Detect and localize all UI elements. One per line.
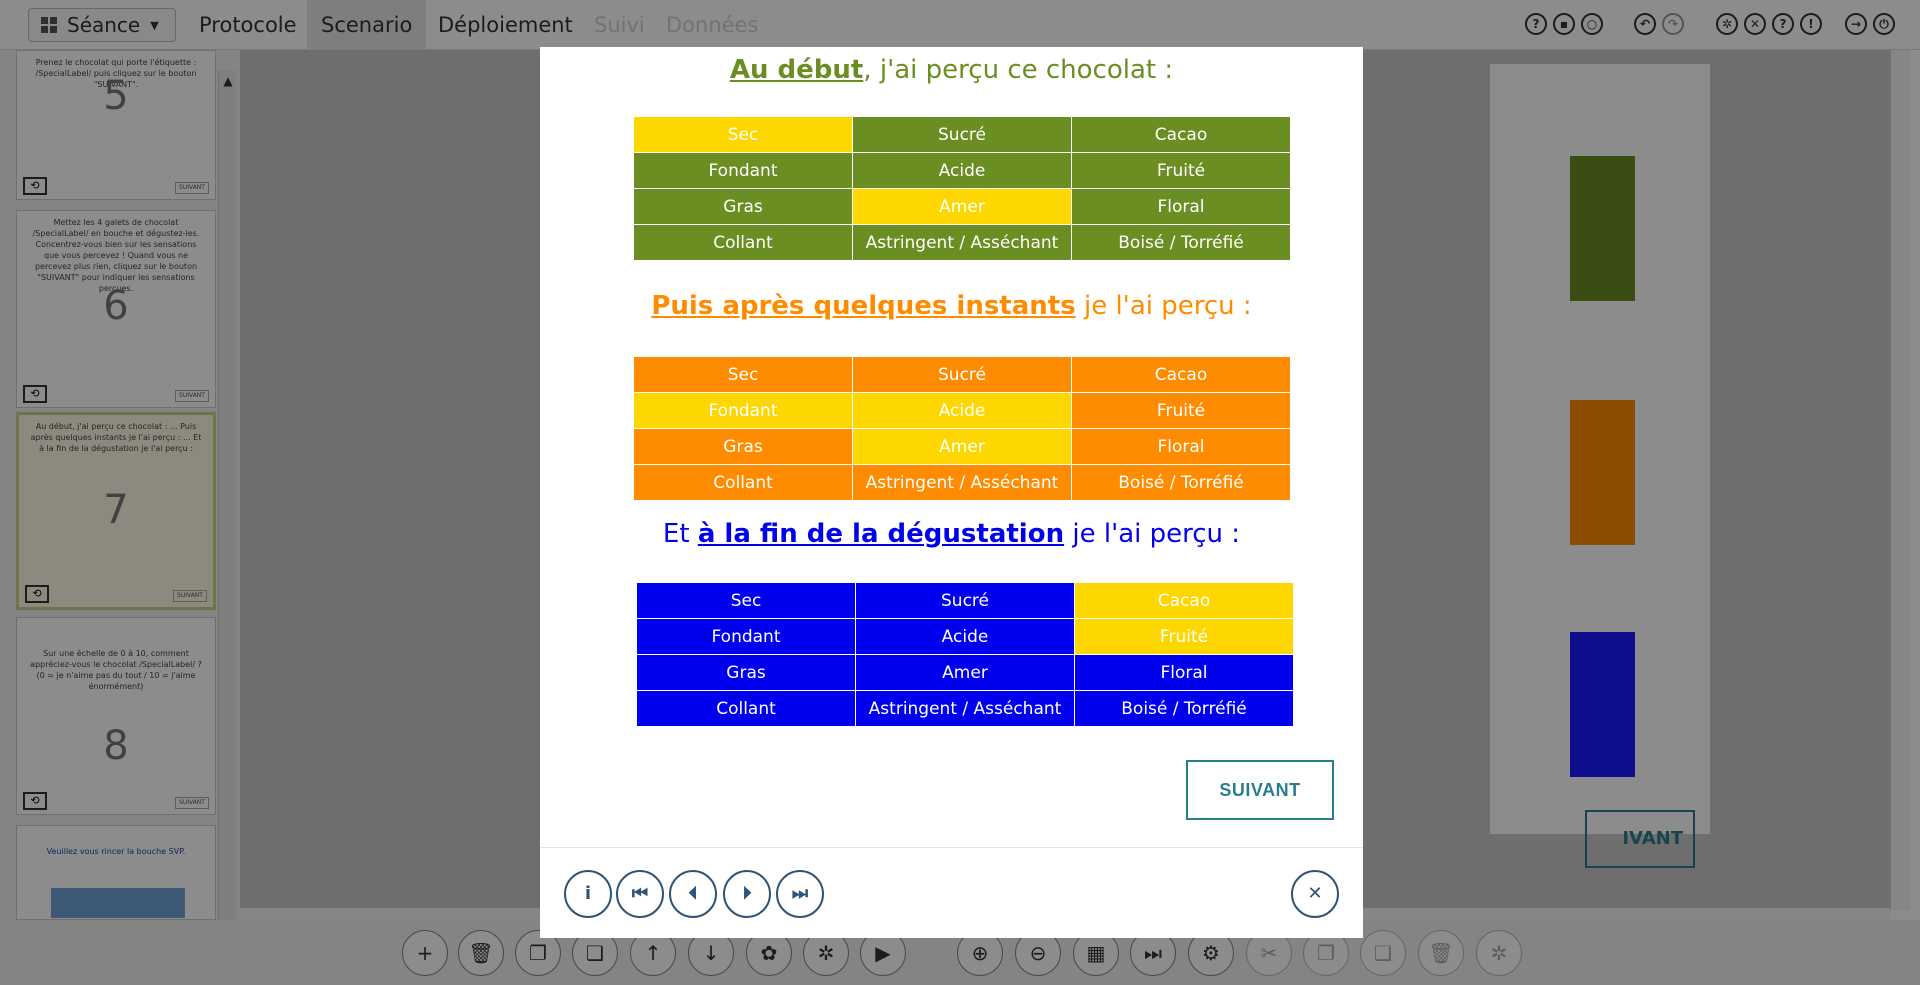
sensation-cell[interactable]: Gras: [633, 188, 853, 225]
sensation-cell[interactable]: Sec: [633, 356, 853, 393]
table-row: Gras Amer Floral: [633, 428, 1291, 465]
heading-rest: je l'ai perçu :: [1064, 519, 1241, 549]
sensation-cell[interactable]: Boisé / Torréfié: [1071, 464, 1291, 501]
sensation-cell[interactable]: Sec: [633, 116, 853, 153]
sensation-cell[interactable]: Sucré: [855, 582, 1075, 619]
table-row: Fondant Acide Fruité: [636, 618, 1294, 655]
table-row: Gras Amer Floral: [633, 188, 1291, 225]
sensation-cell[interactable]: Collant: [633, 224, 853, 261]
suivant-button[interactable]: SUIVANT: [1186, 760, 1334, 820]
sensation-cell[interactable]: Fruité: [1071, 152, 1291, 189]
sensation-cell[interactable]: Astringent / Asséchant: [852, 464, 1072, 501]
section-heading-debut: Au début, j'ai perçu ce chocolat :: [540, 55, 1363, 85]
sensation-cell[interactable]: Cacao: [1074, 582, 1294, 619]
last-page-icon[interactable]: ⏭: [776, 870, 824, 918]
sensation-cell[interactable]: Gras: [636, 654, 856, 691]
first-page-icon[interactable]: ⏮: [616, 870, 664, 918]
sensation-cell[interactable]: Amer: [855, 654, 1075, 691]
sensation-cell[interactable]: Astringent / Asséchant: [855, 690, 1075, 727]
sensation-cell[interactable]: Boisé / Torréfié: [1074, 690, 1294, 727]
sensation-cell[interactable]: Acide: [855, 618, 1075, 655]
sensation-cell[interactable]: Fondant: [633, 152, 853, 189]
sensation-cell[interactable]: Collant: [633, 464, 853, 501]
sensation-cell[interactable]: Astringent / Asséchant: [852, 224, 1072, 261]
sensation-cell[interactable]: Cacao: [1071, 356, 1291, 393]
sensation-table-debut: Sec Sucré Cacao Fondant Acide Fruité Gras Amer F…: [633, 116, 1291, 261]
table-row: Fondant Acide Fruité: [633, 392, 1291, 429]
heading-rest: je l'ai perçu :: [1075, 291, 1252, 321]
sensation-cell[interactable]: Floral: [1071, 428, 1291, 465]
sensation-cell[interactable]: Amer: [852, 428, 1072, 465]
sensation-cell[interactable]: Sucré: [852, 116, 1072, 153]
sensation-cell[interactable]: Sucré: [852, 356, 1072, 393]
sensation-cell[interactable]: Floral: [1071, 188, 1291, 225]
sensation-cell[interactable]: Acide: [852, 392, 1072, 429]
section-heading-instants: Puis après quelques instants je l'ai per…: [540, 291, 1363, 321]
heading-pre: Et: [662, 519, 698, 549]
table-row: Sec Sucré Cacao: [636, 582, 1294, 619]
sensation-cell[interactable]: Cacao: [1071, 116, 1291, 153]
sensation-table-fin: Sec Sucré Cacao Fondant Acide Fruité Gras Amer F…: [636, 582, 1294, 727]
sensation-cell[interactable]: Fruité: [1074, 618, 1294, 655]
heading-emphasis: Puis après quelques instants: [651, 291, 1076, 321]
table-row: Collant Astringent / Asséchant Boisé / Tor…: [633, 224, 1291, 261]
sensation-cell[interactable]: Fondant: [636, 618, 856, 655]
sensation-cell[interactable]: Collant: [636, 690, 856, 727]
close-icon[interactable]: ✕: [1291, 870, 1339, 918]
sensation-cell[interactable]: Sec: [636, 582, 856, 619]
previous-page-icon[interactable]: ⏴: [669, 870, 717, 918]
table-row: Sec Sucré Cacao: [633, 116, 1291, 153]
sensation-cell[interactable]: Acide: [852, 152, 1072, 189]
sensation-cell[interactable]: Amer: [852, 188, 1072, 225]
table-row: Gras Amer Floral: [636, 654, 1294, 691]
section-heading-fin: Et à la fin de la dégustation je l'ai pe…: [540, 519, 1363, 549]
table-row: Sec Sucré Cacao: [633, 356, 1291, 393]
sensation-cell[interactable]: Gras: [633, 428, 853, 465]
table-row: Collant Astringent / Asséchant Boisé / Tor…: [636, 690, 1294, 727]
sensation-cell[interactable]: Floral: [1074, 654, 1294, 691]
table-row: Fondant Acide Fruité: [633, 152, 1291, 189]
modal-footer: i ⏮ ⏴ ⏵ ⏭ ✕: [540, 847, 1363, 938]
table-row: Collant Astringent / Asséchant Boisé / Tor…: [633, 464, 1291, 501]
heading-emphasis: à la fin de la dégustation: [697, 519, 1065, 549]
preview-modal: Au début, j'ai perçu ce chocolat : Sec Su…: [540, 47, 1363, 938]
next-page-icon[interactable]: ⏵: [723, 870, 771, 918]
sensation-cell[interactable]: Boisé / Torréfié: [1071, 224, 1291, 261]
info-icon[interactable]: i: [564, 870, 612, 918]
heading-rest: , j'ai perçu ce chocolat :: [863, 55, 1174, 85]
sensation-cell[interactable]: Fondant: [633, 392, 853, 429]
sensation-table-instants: Sec Sucré Cacao Fondant Acide Fruité Gras Amer F…: [633, 356, 1291, 501]
heading-emphasis: Au début: [729, 55, 864, 85]
sensation-cell[interactable]: Fruité: [1071, 392, 1291, 429]
